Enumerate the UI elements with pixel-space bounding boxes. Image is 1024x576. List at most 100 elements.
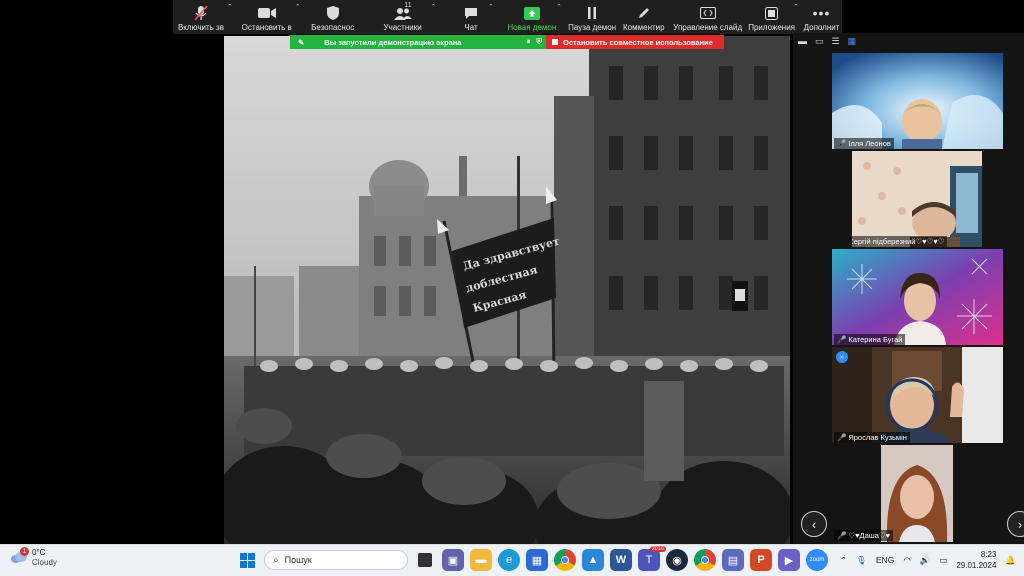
microphone-icon[interactable]: 🎙 <box>856 555 867 566</box>
windows-start-button[interactable] <box>236 549 258 571</box>
chrome-icon[interactable] <box>554 549 576 571</box>
clock[interactable]: 8:23 29.01.2024 <box>956 549 996 571</box>
taskbar-apps: ⌕ Пошук ▣ ▬ e ▦ ▲ W T 2016 ◉ ▤ P ▶ zoom <box>236 546 828 571</box>
video-feed <box>832 249 1003 345</box>
annotate-icon <box>637 5 651 21</box>
participant-tile-5[interactable] <box>881 445 953 542</box>
chevron-up-icon[interactable]: ⌃ <box>295 3 301 11</box>
notifications-icon[interactable]: 🔔 <box>1005 555 1016 566</box>
video-feed <box>881 445 953 542</box>
participant-tile-4[interactable]: » 🎤 Ярослав Кузьмін <box>832 347 1003 443</box>
participant-tile-2[interactable]: 🎤Сергій підберезний♡♥♡♥♡ <box>852 151 982 247</box>
language-indicator[interactable]: ENG <box>876 555 894 565</box>
chevron-up-icon[interactable]: ⌃ <box>793 3 799 11</box>
chevron-up-icon[interactable]: ⌃ <box>431 3 437 11</box>
file-explorer-icon[interactable]: ▬ <box>470 549 492 571</box>
chevron-up-icon[interactable]: ⌃ <box>556 3 562 11</box>
shield-small-icon[interactable]: ⛨ <box>536 37 542 47</box>
video-feed <box>832 347 1003 443</box>
video-feed <box>832 53 1003 149</box>
video-camera-icon <box>257 5 276 21</box>
edge-browser-icon[interactable]: e <box>498 549 520 571</box>
windows-taskbar: 1 0°C Cloudy ⌕ Пошук ▣ ▬ e ▦ ▲ W T 2016 ◉… <box>0 544 1024 576</box>
annotate-button[interactable]: Комментир <box>622 0 665 34</box>
stop-icon <box>552 39 558 45</box>
pause-share-label: Пауза демон <box>568 23 617 32</box>
wifi-icon[interactable]: ◠ <box>903 555 910 566</box>
gallery-next-button[interactable]: › <box>1007 511 1024 537</box>
clock-time: 8:23 <box>980 550 997 559</box>
taskbar-search-box[interactable]: ⌕ Пошук <box>264 550 408 570</box>
microsoft-store-icon[interactable]: ▦ <box>526 549 548 571</box>
gallery-prev-button[interactable]: ‹ <box>801 511 827 537</box>
clock-date: 29.01.2024 <box>956 561 997 570</box>
system-tray: ⌃ 🎙 ENG ◠ 🔊 ▭ 8:23 29.01.2024 🔔 <box>840 549 1016 571</box>
pause-small-icon[interactable]: ⏸ <box>527 37 531 47</box>
stop-video-button[interactable]: Остановить в ⌃ <box>237 0 301 34</box>
weather-notification-badge: 1 <box>20 547 29 556</box>
shield-icon <box>326 5 339 21</box>
pause-share-button[interactable]: Пауза демон <box>568 0 616 34</box>
teams-icon[interactable]: T 2016 <box>638 546 666 571</box>
apps-icon <box>765 5 779 21</box>
historic-photo: Да здравствует доблестная Красная <box>224 36 790 544</box>
share-status-banner[interactable]: ✎ Вы запустили демонстрацию экрана ⏸ ⛨ <box>290 35 546 49</box>
chrome-profile-icon[interactable] <box>694 549 716 571</box>
participant-name: 🎤 Катерина Бугай <box>834 334 906 345</box>
chevron-up-icon[interactable]: ⌃ <box>488 3 494 11</box>
participant-name: 🎤 ♡♥Даша♡♥ <box>834 530 894 541</box>
more-label: Дополнит <box>803 23 840 32</box>
chevron-left-icon: ‹ <box>811 516 817 532</box>
participant-name: 🎤 Ілля Леонов <box>834 138 894 149</box>
steam-icon[interactable]: ◉ <box>666 549 688 571</box>
participant-tile-1[interactable]: 🎤 Ілля Леонов <box>832 53 1003 149</box>
battery-icon[interactable]: ▭ <box>939 555 947 566</box>
media-player-icon[interactable]: ▶ <box>778 549 800 571</box>
mic-muted-icon: 🎤 <box>837 531 847 540</box>
participants-button[interactable]: 11 Участники ⌃ <box>373 0 436 34</box>
chevron-up-icon[interactable]: ⌃ <box>227 3 233 11</box>
participant-gallery: ▬ ▭ ☰ ▦ 🎤Ілля Леонов 🎤Сергій підберезний <box>793 33 1024 544</box>
slide-control-button[interactable]: Управление слайд <box>673 0 742 34</box>
search-placeholder: Пошук <box>284 555 312 565</box>
active-speaker-icon[interactable]: ▭ <box>815 36 824 47</box>
participants-count: 11 <box>404 2 412 9</box>
teams-chat-icon[interactable]: ▣ <box>442 549 464 571</box>
weather-condition: Cloudy <box>32 558 57 567</box>
more-button[interactable]: ••• Дополнит <box>801 0 842 34</box>
gallery-view-icon[interactable]: ▦ <box>848 36 857 47</box>
new-share-button[interactable]: Новая демон ⌃ <box>506 0 562 34</box>
shared-screen-content: Да здравствует доблестная Красная <box>224 36 790 544</box>
participant-tile-3[interactable]: 🎤 Катерина Бугай <box>832 249 1003 345</box>
chat-label: Чат <box>464 23 478 32</box>
chat-button[interactable]: Чат ⌃ <box>452 0 493 34</box>
zoom-meeting-toolbar: Включить зв ⌃ Остановить в ⌃ Безопаснос … <box>173 0 842 34</box>
chevron-up-icon[interactable]: ⌃ <box>840 555 847 566</box>
security-button[interactable]: Безопаснос <box>307 0 359 34</box>
unmute-button[interactable]: Включить зв ⌃ <box>173 0 233 34</box>
share-status-bar: ✎ Вы запустили демонстрацию экрана ⏸ ⛨ О… <box>290 35 724 49</box>
word-icon[interactable]: W <box>610 549 632 571</box>
photos-icon[interactable]: ▲ <box>582 549 604 571</box>
teams-notification-badge: 2016 <box>649 546 666 552</box>
weather-temp: 0°C <box>32 548 46 557</box>
stop-video-label: Остановить в <box>241 23 292 32</box>
file-manager-icon[interactable]: ▤ <box>722 549 744 571</box>
pin-icon[interactable]: ✎ <box>298 38 304 47</box>
apps-button[interactable]: Приложения ⌃ <box>748 0 799 34</box>
minimize-icon[interactable]: ▬ <box>798 36 807 46</box>
zoom-icon[interactable]: zoom <box>806 549 828 571</box>
volume-icon[interactable]: 🔊 <box>920 555 931 566</box>
new-share-label: Новая демон <box>507 23 557 32</box>
weather-widget[interactable]: 1 0°C Cloudy <box>10 547 57 568</box>
spotlight-icon[interactable]: » <box>836 351 848 363</box>
task-view-icon[interactable] <box>418 553 432 567</box>
powerpoint-icon[interactable]: P <box>750 549 772 571</box>
unmute-label: Включить зв <box>177 23 224 32</box>
video-feed <box>852 151 982 247</box>
list-view-icon[interactable]: ☰ <box>832 36 840 47</box>
stop-share-button[interactable]: Остановить совместное использование <box>546 35 724 49</box>
pause-icon <box>587 5 597 21</box>
participant-name: 🎤Сергій підберезний♡♥♡♥♡ <box>852 236 948 247</box>
mic-muted-icon: 🎤 <box>837 335 847 344</box>
